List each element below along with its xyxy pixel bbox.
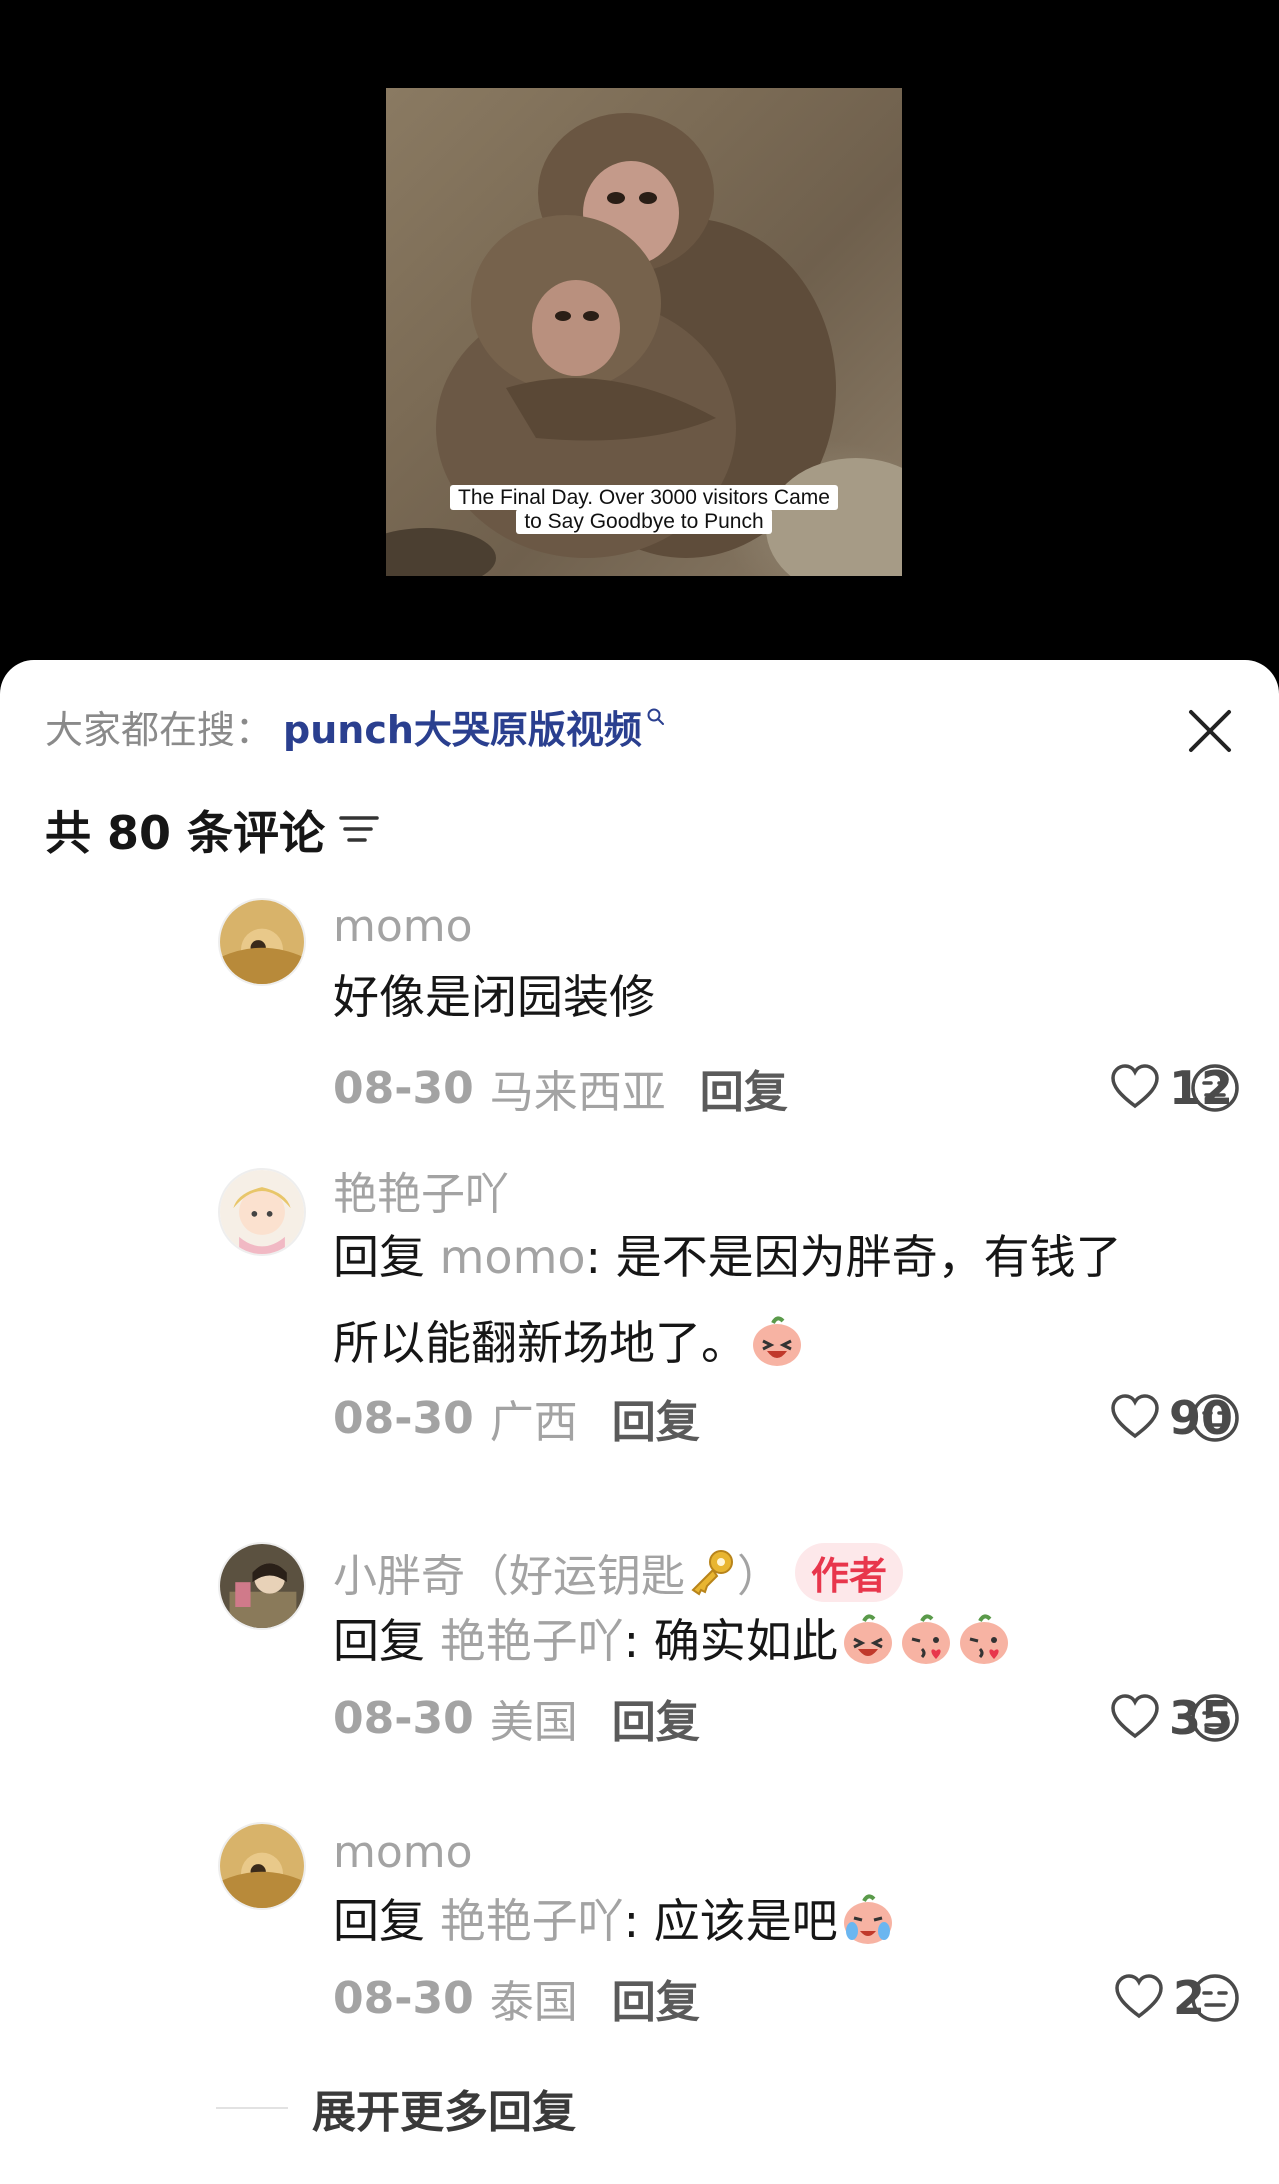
face-icon[interactable] [1189,1972,1241,2024]
comment-text: 回复 艳艳子吖: 确实如此 [333,1598,1233,1684]
search-icon [647,708,664,725]
username[interactable]: momo [333,896,473,956]
search-term-link[interactable]: punch大哭原版视频 [283,699,642,754]
reply-to-user[interactable]: 艳艳子吖 [440,1614,624,1668]
comment-date: 08-30 [333,1392,474,1444]
comment-location: 美国 [489,1697,578,1748]
face-icon[interactable] [1189,1392,1241,1444]
avatar[interactable] [218,1542,306,1630]
search-prefix: 大家都在搜： [45,707,274,752]
kissing-peach-emoji [956,1611,1012,1667]
close-icon[interactable] [1185,706,1235,756]
avatar[interactable] [218,1168,306,1256]
comment-count: 共 80 条评论 [45,806,326,860]
video-player[interactable]: The Final Day. Over 3000 visitors Came t… [0,0,1279,660]
comment-location: 马来西亚 [489,1067,666,1118]
comment-meta: 08-30 广西 回复 90 [333,1388,1233,1448]
reply-to-user[interactable]: momo [440,1230,586,1284]
reply-button[interactable]: 回复 [612,1966,700,2030]
comment-date: 08-30 [333,1062,474,1114]
reply-to-user[interactable]: 艳艳子吖 [440,1894,624,1948]
heart-icon [1115,1974,1163,2019]
username[interactable]: 艳艳子吖 [333,1160,509,1220]
avatar[interactable] [218,1822,306,1910]
laughing-peach-emoji [840,1611,896,1667]
sort-icon[interactable] [337,808,381,852]
comment-date: 08-30 [333,1692,474,1744]
comment-text: 回复 艳艳子吖: 应该是吧 [333,1878,1233,1964]
comment-location: 广西 [489,1397,578,1448]
key-icon [691,1550,733,1596]
heart-icon [1111,1064,1159,1109]
comment-location: 泰国 [489,1977,578,2028]
expand-more-replies[interactable]: 展开更多回复 [216,2075,576,2141]
video-caption: The Final Day. Over 3000 visitors Came t… [386,485,902,534]
comment-meta: 08-30 泰国 回复 2 [333,1968,1233,2028]
author-badge: 作者 [795,1542,904,1602]
divider [216,2107,288,2109]
face-icon[interactable] [1189,1692,1241,1744]
laughing-peach-emoji [749,1313,805,1369]
username[interactable]: 小胖奇（好运钥匙） 作者 [333,1542,904,1602]
comment-meta: 08-30 马来西亚 回复 12 [333,1058,1233,1118]
expand-more-label: 展开更多回复 [312,2087,576,2138]
avatar[interactable] [218,898,306,986]
username[interactable]: momo [333,1822,473,1882]
reply-button[interactable]: 回复 [700,1056,788,1120]
kissing-peach-emoji [898,1611,954,1667]
heart-icon [1111,1694,1159,1739]
comment-date: 08-30 [333,1972,474,2024]
comment-text: 好像是闭园装修 [333,970,655,1024]
reply-button[interactable]: 回复 [612,1686,700,1750]
crying-peach-emoji [840,1891,896,1947]
face-icon[interactable] [1189,1062,1241,1114]
trending-search[interactable]: 大家都在搜： punch大哭原版视频 [45,700,666,752]
video-thumbnail[interactable]: The Final Day. Over 3000 visitors Came t… [386,88,902,576]
reply-button[interactable]: 回复 [612,1386,700,1450]
heart-icon [1111,1394,1159,1439]
comment-count-header: 共 80 条评论 [45,800,381,860]
comment-meta: 08-30 美国 回复 35 [333,1688,1233,1748]
comment-text: 回复 momo: 是不是因为胖奇，有钱了 所以能翻新场地了。 [333,1230,1122,1370]
